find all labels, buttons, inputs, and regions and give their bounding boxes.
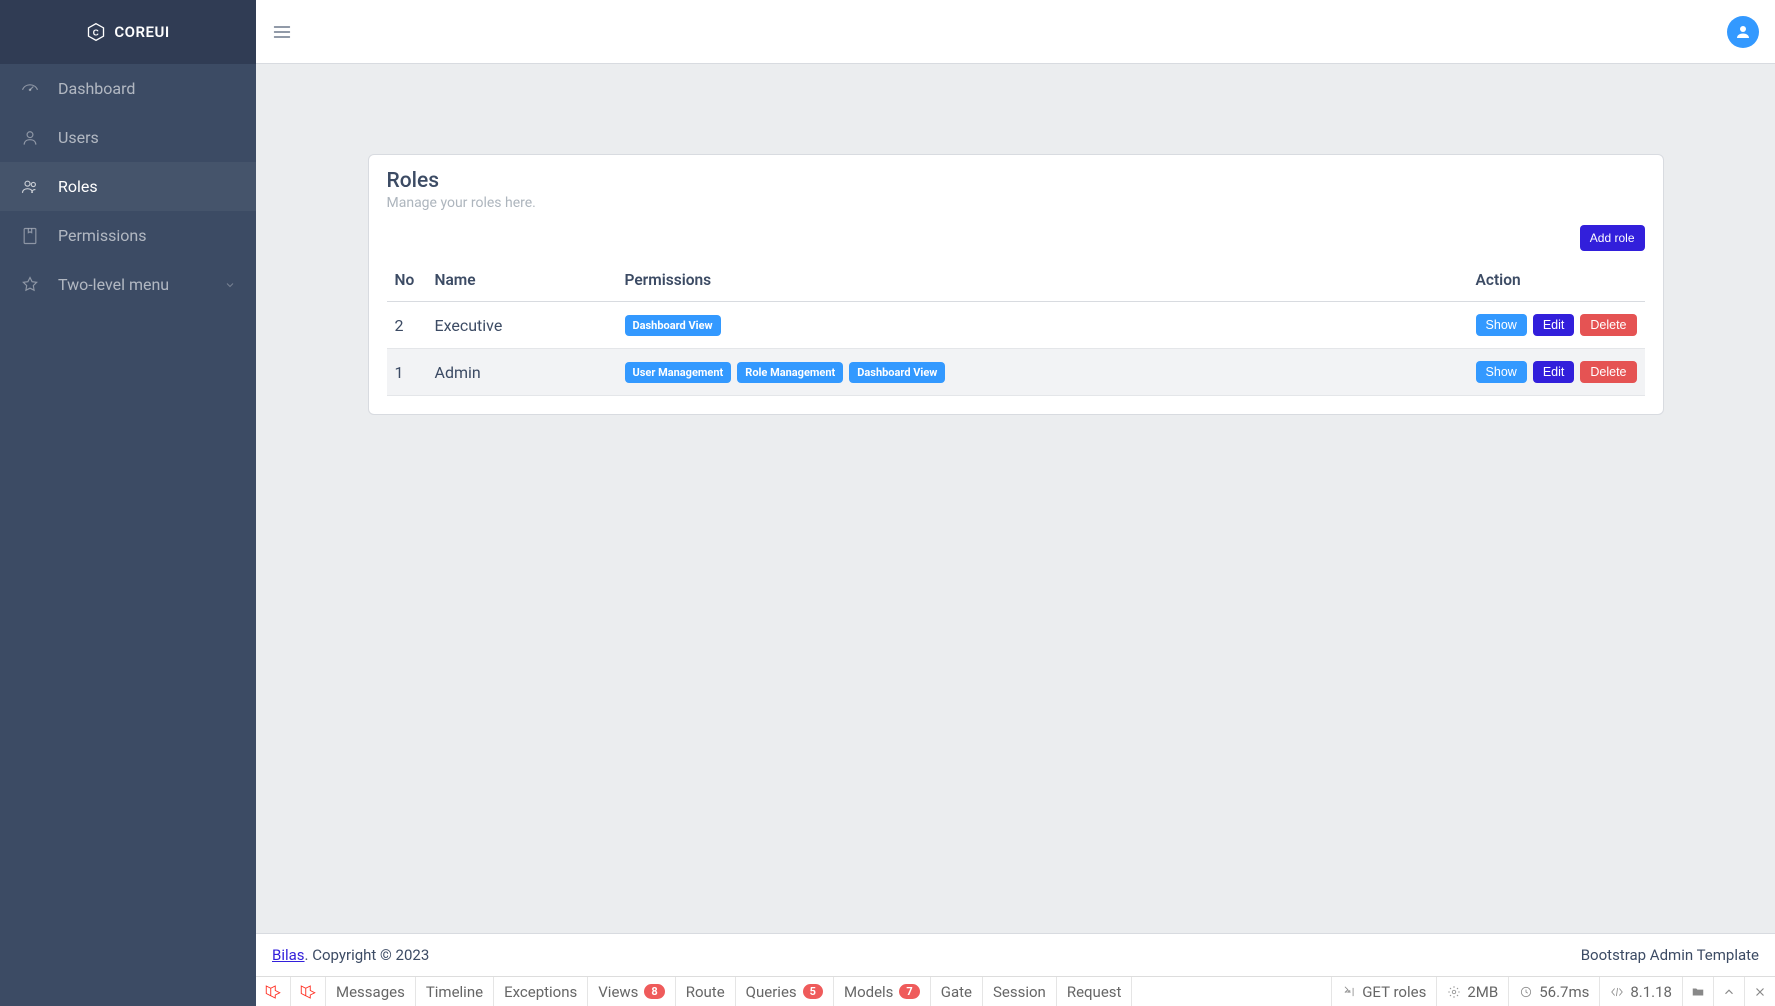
debug-tab-models[interactable]: Models 7 — [834, 977, 931, 1006]
nav-icon-3 — [20, 226, 40, 246]
debug-version[interactable]: 8.1.18 — [1600, 977, 1683, 1006]
debug-request[interactable]: GET roles — [1332, 977, 1437, 1006]
debugbar-laravel-icon-1[interactable] — [256, 977, 291, 1006]
nav-icon-0 — [20, 79, 40, 99]
th-name: Name — [427, 259, 617, 302]
share-icon — [1342, 985, 1356, 999]
roles-table: No Name Permissions Action 2Executive Das… — [387, 259, 1645, 396]
sidebar: C COREUI Dashboard Users Roles Permissions T… — [0, 0, 256, 1006]
sidebar-item-label: Users — [58, 128, 236, 147]
th-permissions: Permissions — [617, 259, 1468, 302]
brand-hex-icon: C — [86, 22, 106, 42]
debug-tab-gate[interactable]: Gate — [931, 977, 983, 1006]
show-button[interactable]: Show — [1476, 361, 1527, 383]
permission-badge: Dashboard View — [849, 362, 945, 383]
close-icon — [1753, 985, 1767, 999]
edit-button[interactable]: Edit — [1533, 361, 1575, 383]
chevron-down-icon — [224, 279, 236, 291]
debug-tab-route[interactable]: Route — [676, 977, 736, 1006]
brand-text: COREUI — [114, 23, 169, 41]
nav-icon-1 — [20, 128, 40, 148]
permission-badge: User Management — [625, 362, 732, 383]
user-avatar[interactable] — [1727, 16, 1759, 48]
edit-button[interactable]: Edit — [1533, 314, 1575, 336]
brand[interactable]: C COREUI — [0, 0, 256, 64]
sidebar-item-label: Permissions — [58, 226, 236, 245]
cell-no: 1 — [387, 349, 427, 396]
topbar — [256, 0, 1775, 64]
debug-pill: 7 — [899, 984, 919, 999]
clock-icon — [1519, 985, 1533, 999]
table-row: 2Executive Dashboard View Show EditDelete — [387, 302, 1645, 349]
debug-tab-exceptions[interactable]: Exceptions — [494, 977, 588, 1006]
permission-badge: Dashboard View — [625, 315, 721, 336]
debug-memory[interactable]: 2MB — [1437, 977, 1509, 1006]
debug-close[interactable] — [1745, 977, 1775, 1006]
debug-tab-request[interactable]: Request — [1057, 977, 1133, 1006]
menu-toggle-icon[interactable] — [272, 22, 292, 42]
gear-icon — [1447, 985, 1461, 999]
debugbar: MessagesTimelineExceptionsViews 8RouteQu… — [256, 976, 1775, 1006]
cell-permissions: User ManagementRole Management Dashboard … — [617, 349, 1468, 396]
debug-time[interactable]: 56.7ms — [1509, 977, 1600, 1006]
footer-text: . Copyright © 2023 — [305, 946, 430, 964]
cell-no: 2 — [387, 302, 427, 349]
delete-button[interactable]: Delete — [1580, 361, 1636, 383]
nav-icon-4 — [20, 275, 40, 295]
debug-collapse[interactable] — [1714, 977, 1745, 1006]
debugbar-laravel-icon-2[interactable] — [291, 977, 326, 1006]
cell-name: Executive — [427, 302, 617, 349]
debug-tab-queries[interactable]: Queries 5 — [736, 977, 834, 1006]
th-action: Action — [1468, 259, 1645, 302]
folder-icon — [1691, 985, 1705, 999]
sidebar-item-dashboard[interactable]: Dashboard — [0, 64, 256, 113]
cell-name: Admin — [427, 349, 617, 396]
footer-link[interactable]: Bilas — [272, 946, 305, 964]
debug-tab-messages[interactable]: Messages — [326, 977, 416, 1006]
show-button[interactable]: Show — [1476, 314, 1527, 336]
table-row: 1Admin User ManagementRole Management Dash… — [387, 349, 1645, 396]
svg-text:C: C — [93, 27, 99, 37]
sidebar-item-label: Roles — [58, 177, 236, 196]
permission-badge: Role Management — [737, 362, 843, 383]
footer: Bilas. Copyright © 2023 Bootstrap Admin … — [256, 933, 1775, 976]
debug-tab-session[interactable]: Session — [983, 977, 1057, 1006]
th-no: No — [387, 259, 427, 302]
debug-pill: 5 — [803, 984, 823, 999]
debug-tab-timeline[interactable]: Timeline — [416, 977, 494, 1006]
delete-button[interactable]: Delete — [1580, 314, 1636, 336]
sidebar-item-permissions[interactable]: Permissions — [0, 211, 256, 260]
add-role-button[interactable]: Add role — [1580, 225, 1645, 251]
nav-icon-2 — [20, 177, 40, 197]
footer-right: Bootstrap Admin Template — [1581, 946, 1759, 964]
code-icon — [1610, 985, 1624, 999]
page-subtitle: Manage your roles here. — [387, 195, 1645, 211]
avatar-icon — [1734, 23, 1752, 41]
sidebar-item-roles[interactable]: Roles — [0, 162, 256, 211]
sidebar-item-label: Dashboard — [58, 79, 236, 98]
sidebar-item-two-level-menu[interactable]: Two-level menu — [0, 260, 256, 309]
sidebar-item-label: Two-level menu — [58, 275, 206, 294]
debug-tab-views[interactable]: Views 8 — [588, 977, 675, 1006]
chevron-up-icon — [1722, 985, 1736, 999]
debug-pill: 8 — [644, 984, 664, 999]
cell-permissions: Dashboard View — [617, 302, 1468, 349]
roles-card: Roles Manage your roles here. Add role N… — [368, 154, 1664, 415]
debug-folder[interactable] — [1683, 977, 1714, 1006]
page-title: Roles — [387, 169, 1645, 193]
sidebar-item-users[interactable]: Users — [0, 113, 256, 162]
